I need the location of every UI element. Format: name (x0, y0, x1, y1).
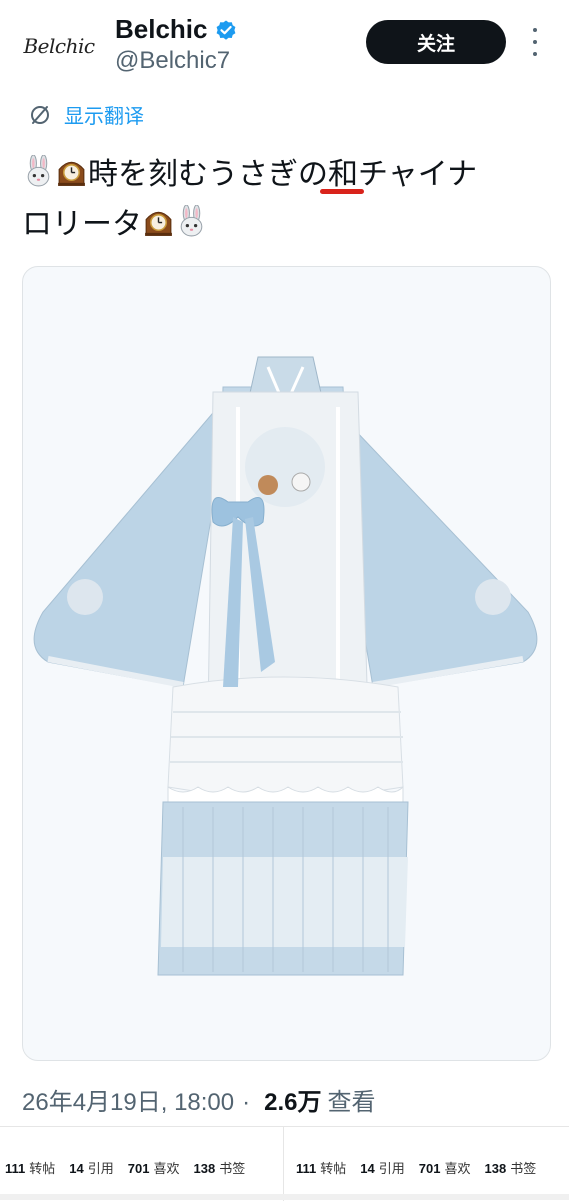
tweet-text: 時を刻むうさぎの和チャイナ ロリータ (22, 150, 552, 250)
like-label: 喜欢 (444, 1161, 471, 1176)
verified-badge-icon (216, 20, 235, 40)
retweet-label: 转帖 (29, 1161, 56, 1176)
bookmark-label: 书签 (510, 1161, 537, 1176)
like-count: 701 (418, 1161, 441, 1176)
tweet-media-image[interactable] (22, 266, 551, 1061)
name-row: Belchic (115, 14, 238, 45)
avatar[interactable]: Belchic (16, 14, 102, 78)
tweet-text-part-2: チャイナ (358, 157, 478, 192)
like-stat[interactable]: 701 喜欢 (128, 1158, 180, 1177)
tweet-header: Belchic Belchic @Belchic7 关注 (0, 0, 569, 92)
like-stat[interactable]: 701 喜欢 (419, 1158, 471, 1177)
rabbit-icon (175, 205, 208, 238)
like-label: 喜欢 (153, 1161, 180, 1176)
rabbit-icon (22, 155, 55, 188)
tweet-meta: 26年4月19日, 18:00 · 2.6万 查看 (22, 1082, 376, 1117)
views-label: 查看 (327, 1089, 376, 1116)
retweet-stat[interactable]: 111 转帖 (5, 1158, 55, 1177)
translate-icon (31, 105, 49, 124)
avatar-logo-text: Belchic (23, 34, 95, 58)
follow-button[interactable]: 关注 (366, 20, 506, 64)
underlined-character: 和 (328, 157, 358, 192)
tweet-timestamp[interactable]: 26年4月19日, 18:00 (22, 1082, 234, 1117)
tweet-line-2: ロリータ (22, 200, 552, 250)
quote-count: 14 (360, 1161, 375, 1176)
display-name[interactable]: Belchic (115, 14, 208, 45)
retweet-count: 111 (5, 1161, 26, 1176)
bookmark-label: 书签 (219, 1161, 246, 1176)
like-count: 701 (127, 1161, 150, 1176)
dress-illustration (33, 356, 538, 976)
tweet-text-part-3: ロリータ (22, 207, 142, 242)
show-translation-label: 显示翻译 (64, 104, 144, 128)
views-count: 2.6万 (264, 1089, 322, 1116)
bookmark-count: 138 (193, 1161, 216, 1176)
show-translation-link[interactable]: 显示翻译 (28, 100, 144, 129)
mantel-clock-icon (55, 155, 88, 188)
tweet-text-part-1: 時を刻むうさぎの (88, 157, 328, 192)
retweet-stat[interactable]: 111 转帖 (296, 1158, 346, 1177)
bookmark-stat[interactable]: 138 书签 (193, 1158, 245, 1177)
stats-strip: 111 转帖 14 引用 701 喜欢 138 书签 111 转帖 14 引用 701 喜欢 … (0, 1126, 569, 1201)
quote-count: 14 (69, 1161, 84, 1176)
stats-row-right: 111 转帖 14 引用 701 喜欢 138 书签 (296, 1158, 550, 1177)
mantel-clock-icon (142, 205, 175, 238)
more-options-icon[interactable] (523, 28, 547, 56)
meta-separator: · (242, 1089, 251, 1116)
stats-divider (283, 1127, 284, 1201)
bookmark-stat[interactable]: 138 书签 (484, 1158, 536, 1177)
tweet-line-1: 時を刻むうさぎの和チャイナ (22, 150, 552, 200)
user-handle[interactable]: @Belchic7 (115, 47, 230, 75)
bottom-edge (0, 1194, 569, 1200)
stats-row-left: 111 转帖 14 引用 701 喜欢 138 书签 (5, 1158, 259, 1177)
retweet-count: 111 (296, 1161, 317, 1176)
bookmark-count: 138 (484, 1161, 507, 1176)
retweet-label: 转帖 (320, 1161, 347, 1176)
quote-stat[interactable]: 14 引用 (360, 1158, 404, 1177)
quote-stat[interactable]: 14 引用 (69, 1158, 113, 1177)
quote-label: 引用 (378, 1161, 405, 1176)
quote-label: 引用 (87, 1161, 114, 1176)
